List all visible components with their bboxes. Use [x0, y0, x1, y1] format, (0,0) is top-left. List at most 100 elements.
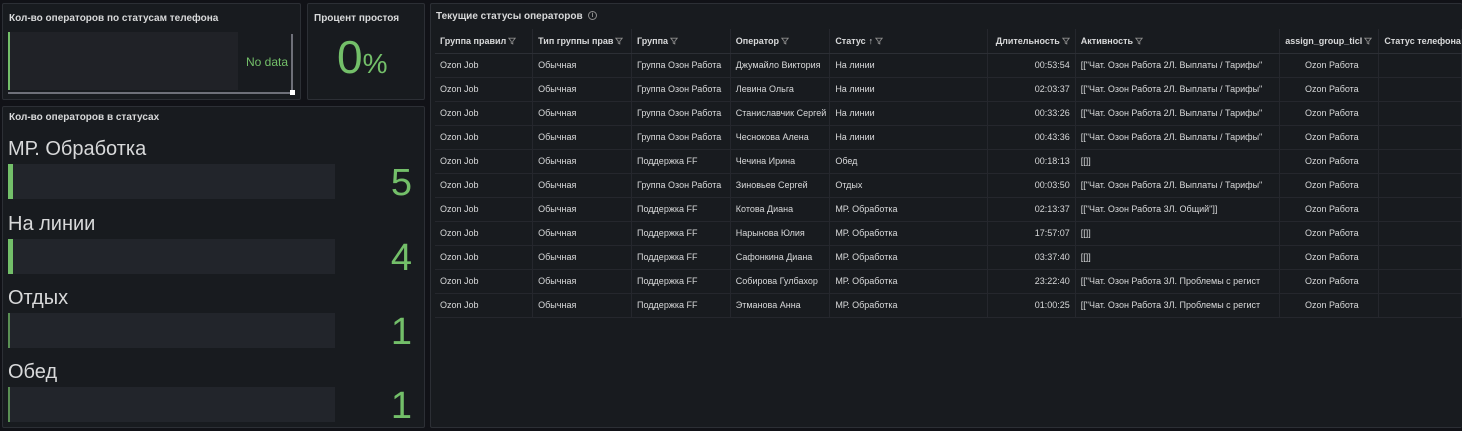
- filter-icon[interactable]: [615, 37, 624, 45]
- table-cell-activity: [["Чат. Озон Работа 3Л. Проблемы с регис…: [1075, 293, 1281, 318]
- status-gauge-bar: [8, 164, 335, 199]
- column-header-operator[interactable]: Оператор: [730, 29, 831, 54]
- idle-percent-panel: Процент простоя 0%: [307, 3, 425, 100]
- table-cell-duration: 23:22:40: [987, 269, 1076, 294]
- column-header-label: Группа: [637, 35, 669, 46]
- table-cell-group-type: Обычная: [532, 101, 633, 126]
- table-cell-operator: Станиславчик Сергей: [730, 101, 831, 126]
- column-header-assign-group[interactable]: assign_group_ticl: [1279, 29, 1380, 54]
- table-cell-rule-group: Ozon Job: [435, 77, 534, 102]
- table-cell-operator: Джумайло Виктория: [730, 53, 831, 78]
- status-gauge-value: 1: [390, 385, 412, 427]
- table-cell-status: На линии: [829, 125, 989, 150]
- status-gauge-value: 1: [390, 311, 412, 353]
- table-cell-duration: 00:03:50: [987, 173, 1076, 198]
- table-cell-duration: 01:00:25: [987, 293, 1076, 318]
- table-cell-rule-group: Ozon Job: [435, 173, 534, 198]
- table-cell-status: МР. Обработка: [829, 245, 989, 270]
- filter-icon[interactable]: [1364, 37, 1373, 45]
- table-row[interactable]: Ozon Job Обычная Группа Озон Работа Джумайл…: [435, 53, 1462, 78]
- operator-status-table-panel: Текущие статусы операторов i Группа прав…: [430, 3, 1462, 428]
- filter-icon[interactable]: [669, 37, 679, 45]
- column-header-group-type[interactable]: Тип группы прав: [532, 29, 633, 54]
- table-cell-phone-status: [1378, 197, 1462, 222]
- status-gauge-label: На линии: [8, 213, 96, 235]
- table-cell-group-type: Обычная: [532, 173, 633, 198]
- vertical-scrollbar[interactable]: [291, 34, 293, 90]
- column-header-group[interactable]: Группа: [631, 29, 731, 54]
- table-cell-operator: Нарынова Юлия: [730, 221, 831, 246]
- filter-icon[interactable]: [875, 37, 884, 45]
- table-cell-operator: Зиновьев Сергей: [730, 173, 831, 198]
- table-row[interactable]: Ozon Job Обычная Поддержка FF Сафонкина Диа…: [435, 245, 1462, 270]
- table-row[interactable]: Ozon Job Обычная Поддержка FF Чечина Ирина О…: [435, 149, 1462, 174]
- column-header-label: Активность: [1080, 35, 1134, 46]
- table-cell-operator: Сафонкина Диана: [730, 245, 831, 270]
- column-header-activity[interactable]: Активность: [1075, 29, 1281, 54]
- table-cell-group-type: Обычная: [532, 245, 633, 270]
- status-gauge-bar: [8, 387, 335, 422]
- table-cell-group-type: Обычная: [532, 269, 633, 294]
- table-cell-rule-group: Ozon Job: [435, 293, 534, 318]
- table-cell-operator: Котова Диана: [730, 197, 831, 222]
- table-cell-activity: [["Чат. Озон Работа 2Л. Выплаты / Тарифы…: [1075, 101, 1281, 126]
- table-cell-status: На линии: [829, 77, 989, 102]
- table-cell-status: На линии: [829, 101, 989, 126]
- column-header-label: Оператор: [735, 35, 780, 46]
- table-cell-phone-status: [1378, 101, 1462, 126]
- table-cell-phone-status: [1378, 53, 1462, 78]
- table-cell-activity: [["Чат. Озон Работа 3Л. Проблемы с регис…: [1075, 269, 1281, 294]
- table-cell-rule-group: Ozon Job: [435, 245, 534, 270]
- phone-status-chart: [8, 32, 238, 90]
- column-header-label: Группа правил: [440, 35, 507, 46]
- column-header-phone-status[interactable]: Статус телефона: [1378, 29, 1462, 54]
- table-row[interactable]: Ozon Job Обычная Группа Озон Работа Левина …: [435, 77, 1462, 102]
- table-row[interactable]: Ozon Job Обычная Группа Озон Работа Зиновье…: [435, 173, 1462, 198]
- status-gauge-label: Обед: [8, 361, 58, 383]
- table-cell-group: Поддержка FF: [631, 149, 731, 174]
- resize-handle[interactable]: [290, 90, 295, 95]
- column-header-rule-group[interactable]: Группа правил: [435, 29, 534, 54]
- table-cell-duration: 00:33:26: [987, 101, 1076, 126]
- sort-ascending-icon[interactable]: ↑: [869, 36, 874, 46]
- column-header-duration[interactable]: Длительность: [987, 29, 1076, 54]
- table-cell-rule-group: Ozon Job: [435, 125, 534, 150]
- table-cell-rule-group: Ozon Job: [435, 149, 534, 174]
- table-cell-group-type: Обычная: [532, 77, 633, 102]
- table-cell-group-type: Обычная: [532, 125, 633, 150]
- table-cell-group: Группа Озон Работа: [631, 77, 731, 102]
- table-cell-group: Поддержка FF: [631, 221, 731, 246]
- table-row[interactable]: Ozon Job Обычная Поддержка FF Собирова Гулб…: [435, 269, 1462, 294]
- table-cell-assign-group: Ozon Работа: [1279, 221, 1380, 246]
- table-cell-duration: 02:03:37: [987, 77, 1076, 102]
- idle-percent-value: 0%: [337, 34, 388, 80]
- table-cell-rule-group: Ozon Job: [435, 53, 534, 78]
- table-row[interactable]: Ozon Job Обычная Поддержка FF Нарынова Юлия…: [435, 221, 1462, 246]
- horizontal-scrollbar[interactable]: [8, 92, 290, 94]
- table-cell-phone-status: [1378, 149, 1462, 174]
- filter-icon[interactable]: [1061, 37, 1070, 45]
- table-row[interactable]: Ozon Job Обычная Группа Озон Работа Чесноко…: [435, 125, 1462, 150]
- filter-icon[interactable]: [1134, 37, 1144, 45]
- table-row[interactable]: Ozon Job Обычная Поддержка FF Этманова Анна…: [435, 293, 1462, 318]
- table-row[interactable]: Ozon Job Обычная Группа Озон Работа Станисл…: [435, 101, 1462, 126]
- table-cell-duration: 00:43:36: [987, 125, 1076, 150]
- column-header-label: Длительность: [995, 35, 1060, 46]
- info-icon[interactable]: i: [588, 11, 597, 20]
- table-cell-rule-group: Ozon Job: [435, 197, 534, 222]
- table-header-row: Группа правил Тип группы прав Группа Операт…: [435, 29, 1462, 54]
- table-row[interactable]: Ozon Job Обычная Поддержка FF Котова Диана М…: [435, 197, 1462, 222]
- table-cell-phone-status: [1378, 245, 1462, 270]
- phone-status-panel: Кол-во операторов по статусам телефона N…: [2, 3, 301, 100]
- table-cell-duration: 02:13:37: [987, 197, 1076, 222]
- table-cell-group-type: Обычная: [532, 221, 633, 246]
- filter-icon[interactable]: [508, 37, 517, 45]
- table-cell-operator: Чеснокова Алена: [730, 125, 831, 150]
- status-gauge-fill: [8, 313, 10, 348]
- table-cell-activity: [[]]: [1075, 221, 1281, 246]
- table-cell-assign-group: Ozon Работа: [1279, 269, 1380, 294]
- table-cell-status: МР. Обработка: [829, 269, 989, 294]
- filter-icon[interactable]: [780, 37, 790, 45]
- table-cell-activity: [["Чат. Озон Работа 3Л. Общий"]]: [1075, 197, 1281, 222]
- column-header-status[interactable]: Статус ↑: [829, 29, 989, 54]
